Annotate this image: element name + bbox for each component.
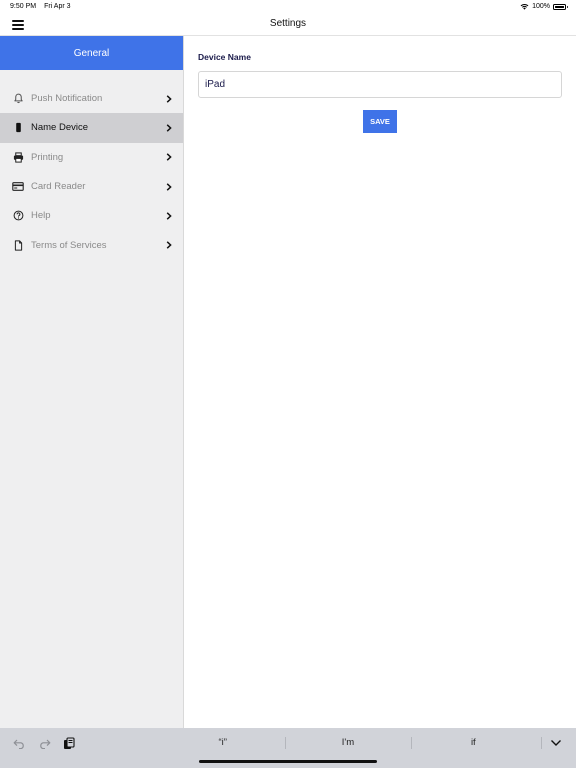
status-date: Fri Apr 3 [44,3,71,10]
undo-icon[interactable] [12,736,26,750]
keyboard-divider [541,737,542,749]
document-icon [12,239,24,251]
device-name-input[interactable] [198,71,562,98]
sidebar-item-label: Printing [31,151,64,163]
printer-icon [12,151,24,163]
nav-bar: Settings [0,14,576,36]
sidebar-list: Push Notification Name Device Printing C… [0,84,183,260]
status-left: 9:50 PM Fri Apr 3 [10,3,71,10]
sidebar-item-label: Name Device [31,122,89,134]
suggestion-item[interactable]: if [410,734,536,752]
sidebar-item-printing[interactable]: Printing [0,143,183,172]
bell-icon [12,93,24,105]
sidebar-item-card-reader[interactable]: Card Reader [0,172,183,201]
chevron-right-icon [165,240,173,250]
suggestion-list: “i” I'm if [160,734,536,752]
chevron-right-icon [165,182,173,192]
paste-icon[interactable] [62,736,76,750]
chevron-right-icon [165,123,173,133]
chevron-right-icon [165,211,173,221]
sidebar-header: General [0,36,183,70]
device-name-label: Device Name [198,52,251,62]
sidebar-item-name-device[interactable]: Name Device [0,113,183,143]
chevron-right-icon [165,94,173,104]
sidebar-item-push-notification[interactable]: Push Notification [0,84,183,113]
sidebar-item-label: Terms of Services [31,239,107,251]
save-button[interactable]: SAVE [363,110,397,133]
main-content: Device Name SAVE [185,36,576,728]
sidebar-item-help[interactable]: Help [0,201,183,230]
status-bar: 9:50 PM Fri Apr 3 100% [0,0,576,14]
status-right: 100% [520,3,568,10]
status-time: 9:50 PM [10,3,37,10]
suggestion-item[interactable]: I'm [285,734,410,752]
sidebar-item-terms-of-services[interactable]: Terms of Services [0,230,183,259]
chevron-right-icon [165,152,173,162]
sidebar: General Push Notification Name Device Pr… [0,36,184,728]
credit-card-icon [12,181,24,193]
page-title: Settings [269,18,307,29]
battery-percent: 100% [532,3,550,10]
chevron-down-icon[interactable] [549,736,563,750]
phone-icon [12,122,24,134]
sidebar-item-label: Help [31,210,51,222]
sidebar-header-label: General [73,47,110,59]
help-circle-icon [12,210,24,222]
sidebar-item-label: Card Reader [31,181,86,193]
redo-icon[interactable] [37,736,51,750]
home-indicator [199,760,377,763]
wifi-icon [520,4,529,10]
battery-icon [553,3,568,10]
sidebar-item-label: Push Notification [31,93,103,105]
suggestion-item[interactable]: “i” [160,734,285,752]
keyboard-tools [12,736,76,750]
